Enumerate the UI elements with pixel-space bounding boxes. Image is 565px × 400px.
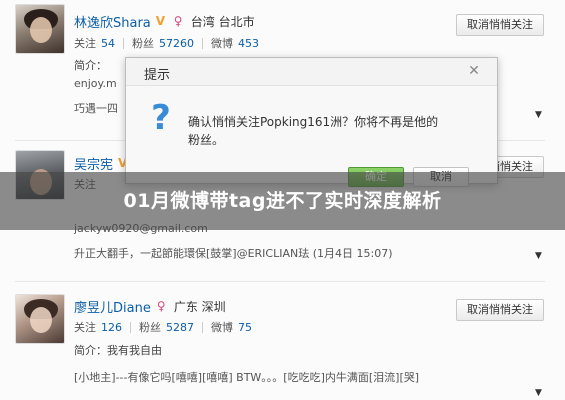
unfollow-button[interactable]: 取消悄悄关注 <box>456 299 544 321</box>
location-text: 台湾 台北市 <box>190 14 255 29</box>
avatar[interactable] <box>15 4 65 54</box>
location-text: 广东 深圳 <box>173 299 226 314</box>
fans-count[interactable]: 5287 <box>166 321 194 334</box>
verified-icon: V <box>155 14 166 28</box>
confirm-dialog: 提示 ✕ ? 确认悄悄关注Popking161洲？你将不再是他的 粉丝。 <box>125 57 498 184</box>
weibo-count[interactable]: 75 <box>238 321 252 334</box>
unfollow-button[interactable]: 取消悄悄关注 <box>456 14 544 36</box>
dialog-title: 提示 <box>144 68 171 83</box>
weibo-count[interactable]: 453 <box>238 37 259 50</box>
user-name-row: 林逸欣Shara V ♀ 台湾 台北市 <box>74 12 255 31</box>
divider <box>202 321 203 333</box>
divider <box>202 37 203 49</box>
banner-title: 01月微博带tag进不了实时深度解析 <box>123 190 442 212</box>
follow-count[interactable]: 126 <box>101 321 122 334</box>
chevron-down-icon[interactable]: ▼ <box>535 251 545 261</box>
chevron-down-icon[interactable]: ▼ <box>535 388 545 398</box>
divider <box>130 321 131 333</box>
follow-label: 关注 <box>74 37 96 50</box>
follow-label: 关注 <box>74 321 96 334</box>
user-name-row: 吴宗宪 V <box>74 154 130 173</box>
stats-row: 关注 54 粉丝 57260 微博 453 <box>74 35 259 51</box>
user-name-link[interactable]: 林逸欣Shara <box>74 12 151 31</box>
email-text: enjoy.m <box>74 77 117 90</box>
follow-count[interactable]: 54 <box>101 37 115 50</box>
avatar[interactable] <box>15 294 65 344</box>
dialog-titlebar: 提示 ✕ <box>126 58 497 86</box>
user-name-link[interactable]: 廖昱儿Diane <box>74 297 151 316</box>
close-icon[interactable]: ✕ <box>466 63 482 79</box>
latest-post-text[interactable]: 升正大翻手，一起節能環保[鼓掌]@ERICLIAN珐 (1月4日 15:07) <box>74 245 474 261</box>
stats-row: 关注 126 粉丝 5287 微博 75 <box>74 319 252 335</box>
user-name-link[interactable]: 吴宗宪 <box>74 154 113 173</box>
fans-count[interactable]: 57260 <box>159 37 194 50</box>
intro-text: 简介： <box>74 59 107 72</box>
chevron-down-icon[interactable]: ▼ <box>535 110 545 120</box>
divider <box>15 281 545 282</box>
fans-label: 粉丝 <box>139 321 161 334</box>
weibo-label: 微博 <box>211 37 233 50</box>
title-banner: 01月微博带tag进不了实时深度解析 <box>0 172 565 230</box>
weibo-label: 微博 <box>211 321 233 334</box>
intro-text: 简介：我有我自由 <box>74 344 162 357</box>
avatar-face-shape <box>30 307 52 333</box>
dialog-message-continued: 粉丝。 <box>188 133 225 147</box>
follow-list-page: 林逸欣Shara V ♀ 台湾 台北市 关注 54 粉丝 57260 微博 45… <box>0 0 565 400</box>
latest-post-text[interactable]: [小地主]---有像它吗[嘻嘻][嘻嘻] BTW。。。[吃吃吃]内牛满面[泪流]… <box>74 369 474 385</box>
divider <box>123 37 124 49</box>
question-icon: ? <box>151 98 171 138</box>
fans-label: 粉丝 <box>132 37 154 50</box>
female-icon: ♀ <box>173 14 183 28</box>
dialog-message: 确认悄悄关注Popking161洲？你将不再是他的 <box>188 115 439 129</box>
user-name-row: 廖昱儿Diane ♀ 广东 深圳 <box>74 297 226 316</box>
female-icon: ♀ <box>156 299 166 313</box>
avatar-face-shape <box>30 17 52 43</box>
